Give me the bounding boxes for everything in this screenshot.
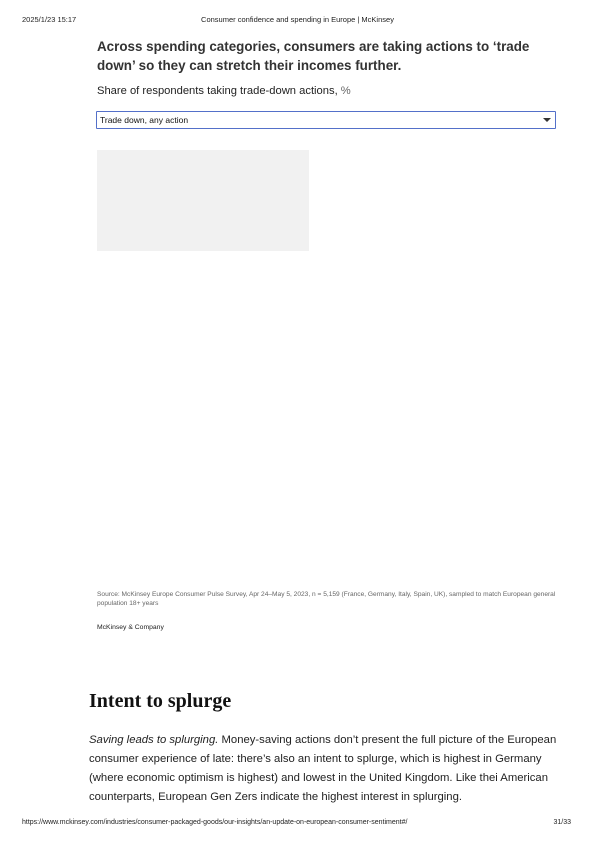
exhibit-unit: % — [340, 85, 351, 97]
exhibit-subtitle-text: Share of respondents taking trade-down a… — [97, 85, 338, 97]
exhibit-title: Across spending categories, consumers ar… — [97, 39, 530, 73]
print-url: https://www.mckinsey.com/industries/cons… — [22, 819, 408, 826]
paragraph-lead-italic: Saving leads to splurging. — [89, 734, 219, 746]
section-heading: Intent to splurge — [89, 690, 232, 712]
exhibit-source: Source: McKinsey Europe Consumer Pulse S… — [97, 591, 556, 607]
dropdown-selected-value: Trade down, any action — [100, 115, 189, 125]
article-paragraph: Saving leads to splurging. Money-saving … — [89, 731, 569, 807]
print-header: 2025/1/23 15:17 Consumer confidence and … — [0, 15, 595, 27]
print-page-number: 31/33 — [553, 819, 571, 826]
chart-placeholder — [97, 150, 309, 251]
exhibit-subtitle: Share of respondents taking trade-down a… — [97, 84, 557, 98]
print-page-title: Consumer confidence and spending in Euro… — [201, 15, 394, 24]
print-footer: https://www.mckinsey.com/industries/cons… — [0, 819, 595, 831]
exhibit-credit: McKinsey & Company — [97, 624, 164, 631]
trade-down-dropdown[interactable]: Trade down, any action — [96, 111, 556, 129]
caret-down-icon — [543, 118, 551, 122]
